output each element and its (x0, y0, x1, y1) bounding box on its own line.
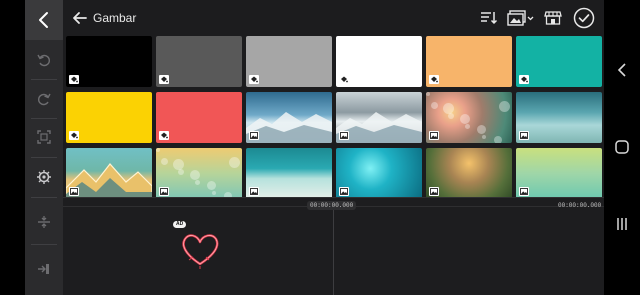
ad-badge: AD (173, 221, 187, 228)
store-icon (544, 11, 562, 25)
system-recents-button[interactable] (612, 214, 632, 234)
playhead[interactable] (333, 210, 334, 295)
sort-button[interactable] (479, 8, 499, 28)
bokeh-dot (212, 191, 216, 195)
undo-button[interactable] (25, 41, 63, 79)
capture-frame-button[interactable] (25, 118, 63, 156)
settings-button[interactable] (25, 158, 63, 196)
bokeh-dot (156, 148, 160, 152)
media-tile[interactable] (426, 148, 512, 199)
paint-bucket-icon (429, 75, 439, 84)
bokeh-dot (207, 181, 216, 190)
app-screen: Gambar 00:00:00.000 00:00:00.000 AD (0, 0, 640, 295)
bokeh-dot (426, 92, 430, 96)
page-title: Gambar (93, 11, 137, 25)
image-icon (429, 131, 439, 140)
bokeh-dot (494, 136, 502, 143)
image-icon (159, 187, 169, 196)
paint-bucket-icon (69, 75, 79, 84)
media-tile[interactable] (66, 148, 152, 199)
paint-bucket-icon (339, 75, 349, 84)
bokeh-dot (465, 124, 470, 129)
image-icon (339, 187, 349, 196)
bokeh-dot (477, 125, 486, 134)
asset-store-button[interactable] (543, 8, 563, 28)
chevron-left-icon (617, 63, 626, 77)
media-tile[interactable] (65, 35, 153, 88)
bokeh-dot (195, 180, 200, 185)
media-tile[interactable] (246, 148, 332, 199)
playhead-timecode: 00:00:00.000 (307, 201, 357, 210)
image-icon (429, 187, 439, 196)
media-tile[interactable] (156, 92, 242, 143)
arrow-left-icon[interactable] (71, 9, 89, 27)
bokeh-dot (460, 114, 470, 124)
capture-frame-icon (37, 130, 51, 144)
paint-bucket-icon (519, 75, 529, 84)
media-tile[interactable] (336, 92, 422, 143)
divider (31, 244, 57, 245)
media-tile[interactable] (246, 92, 332, 143)
media-tile[interactable] (336, 148, 422, 199)
bokeh-dot (229, 157, 240, 168)
image-icon (69, 187, 79, 196)
image-icon (519, 187, 529, 196)
bokeh-dot (448, 113, 454, 119)
media-tile[interactable] (156, 148, 242, 199)
media-tile[interactable] (246, 36, 332, 87)
divider (31, 197, 57, 198)
bokeh-dot (482, 135, 486, 139)
check-circle-icon (573, 7, 595, 29)
image-icon (249, 187, 259, 196)
sort-icon (481, 12, 498, 25)
gear-icon (37, 170, 51, 184)
export-clip-icon (38, 264, 49, 274)
home-icon (615, 140, 629, 154)
image-icon (339, 131, 349, 140)
bokeh-dot (178, 169, 184, 175)
media-grid (65, 35, 604, 199)
redo-button[interactable] (25, 80, 63, 118)
media-tile[interactable] (516, 92, 602, 143)
image-filter-icon (507, 10, 534, 26)
confirm-button[interactable] (573, 7, 595, 29)
system-home-button[interactable] (612, 137, 632, 157)
image-icon (249, 131, 259, 140)
recents-icon (617, 218, 627, 230)
tool-rail (25, 0, 63, 295)
end-timecode: 00:00:00.000 (558, 202, 602, 209)
paint-bucket-icon (159, 131, 169, 140)
export-clip-button[interactable] (25, 250, 63, 288)
image-icon (519, 131, 529, 140)
media-filter-dropdown[interactable] (506, 8, 536, 28)
track-layout-icon (38, 216, 50, 228)
system-nav-bar (604, 0, 640, 295)
redo-icon (38, 93, 51, 106)
bokeh-dot (161, 158, 168, 165)
media-tile[interactable] (156, 36, 242, 87)
undo-icon (37, 54, 50, 67)
paint-bucket-icon (249, 75, 259, 84)
track-layout-button[interactable] (25, 203, 63, 241)
timeline: 00:00:00.000 00:00:00.000 AD (63, 197, 604, 295)
media-tile[interactable] (336, 36, 422, 87)
media-tile[interactable] (426, 36, 512, 87)
chevron-left-icon (39, 12, 48, 28)
bokeh-dot (431, 102, 438, 109)
media-browser: Gambar (63, 0, 604, 199)
system-back-button[interactable] (612, 60, 632, 80)
media-tile[interactable] (516, 36, 602, 87)
back-button[interactable] (25, 0, 63, 40)
media-tile[interactable] (426, 92, 512, 143)
bokeh-dot (190, 170, 200, 180)
media-tile[interactable] (66, 92, 152, 143)
bokeh-dot (499, 101, 510, 112)
media-browser-header: Gambar (63, 0, 604, 36)
heart-sticker-icon[interactable] (179, 230, 221, 270)
paint-bucket-icon (69, 131, 79, 140)
paint-bucket-icon (159, 75, 169, 84)
media-tile[interactable] (516, 148, 602, 199)
